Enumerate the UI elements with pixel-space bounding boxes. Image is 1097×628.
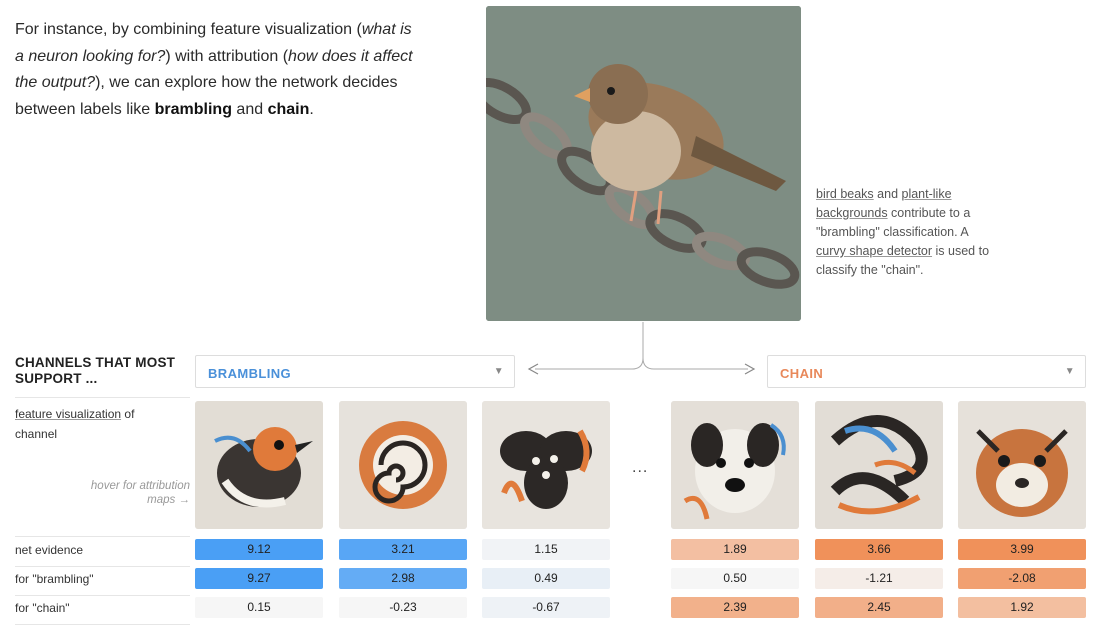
- net-evidence-label: net evidence: [15, 543, 84, 557]
- feature-viz-link[interactable]: feature visualization: [15, 407, 121, 421]
- chain-select-label: CHAIN: [780, 366, 824, 381]
- feature-viz-pattern[interactable]: [482, 401, 610, 529]
- chain-select[interactable]: CHAIN ▼: [767, 355, 1086, 388]
- value-cell-net: 1.89: [671, 539, 799, 560]
- photo-caption: bird beaks and plant-like backgrounds co…: [816, 187, 990, 277]
- value-cell-chain: 1.92: [958, 597, 1086, 618]
- value-cell-chain: -0.67: [482, 597, 610, 618]
- value-cell-net: 9.12: [195, 539, 323, 560]
- chain-label: chain: [267, 100, 310, 118]
- divider: [15, 595, 190, 596]
- value-cell-net: 3.21: [339, 539, 467, 560]
- curvy-shape-link[interactable]: curvy shape detector: [816, 244, 932, 258]
- for-brambling-label: for "brambling": [15, 572, 94, 586]
- divider: [15, 536, 190, 537]
- feature-viz-bird[interactable]: [195, 401, 323, 529]
- value-cell-brambling: 0.49: [482, 568, 610, 589]
- brambling-label: brambling: [154, 100, 232, 118]
- divider: [15, 624, 190, 625]
- divider: [15, 566, 190, 567]
- brambling-select-label: BRAMBLING: [208, 366, 292, 381]
- value-cell-net: 1.15: [482, 539, 610, 560]
- value-cell-brambling: -1.21: [815, 568, 943, 589]
- bird-beaks-link[interactable]: bird beaks: [816, 187, 874, 201]
- value-cell-chain: 0.15: [195, 597, 323, 618]
- value-cell-brambling: 0.50: [671, 568, 799, 589]
- value-cell-chain: 2.45: [815, 597, 943, 618]
- feature-viz-dog[interactable]: [671, 401, 799, 529]
- value-cell-chain: -0.23: [339, 597, 467, 618]
- for-chain-label: for "chain": [15, 601, 70, 615]
- channels-support-title: CHANNELS THAT MOST SUPPORT ...: [15, 355, 176, 386]
- brambling-select[interactable]: BRAMBLING ▼: [195, 355, 515, 388]
- intro-paragraph: For instance, by combining feature visua…: [15, 21, 413, 118]
- feature-viz-curves[interactable]: [815, 401, 943, 529]
- value-cell-brambling: -2.08: [958, 568, 1086, 589]
- bird-on-chain-photo: [486, 6, 801, 321]
- divider: [15, 397, 190, 398]
- value-cell-net: 3.66: [815, 539, 943, 560]
- more-channels-ellipsis: ...: [632, 459, 649, 476]
- value-cell-brambling: 2.98: [339, 568, 467, 589]
- value-cell-brambling: 9.27: [195, 568, 323, 589]
- value-cell-net: 3.99: [958, 539, 1086, 560]
- feature-viz-label: feature visualization of channel: [15, 407, 135, 441]
- attribution-hint: hover for attribution maps →: [90, 480, 190, 506]
- feature-viz-cat[interactable]: [958, 401, 1086, 529]
- feature-viz-spiral[interactable]: [339, 401, 467, 529]
- dropdown-arrow-icon: ▼: [493, 366, 504, 377]
- value-cell-chain: 2.39: [671, 597, 799, 618]
- dropdown-arrow-icon: ▼: [1064, 366, 1075, 377]
